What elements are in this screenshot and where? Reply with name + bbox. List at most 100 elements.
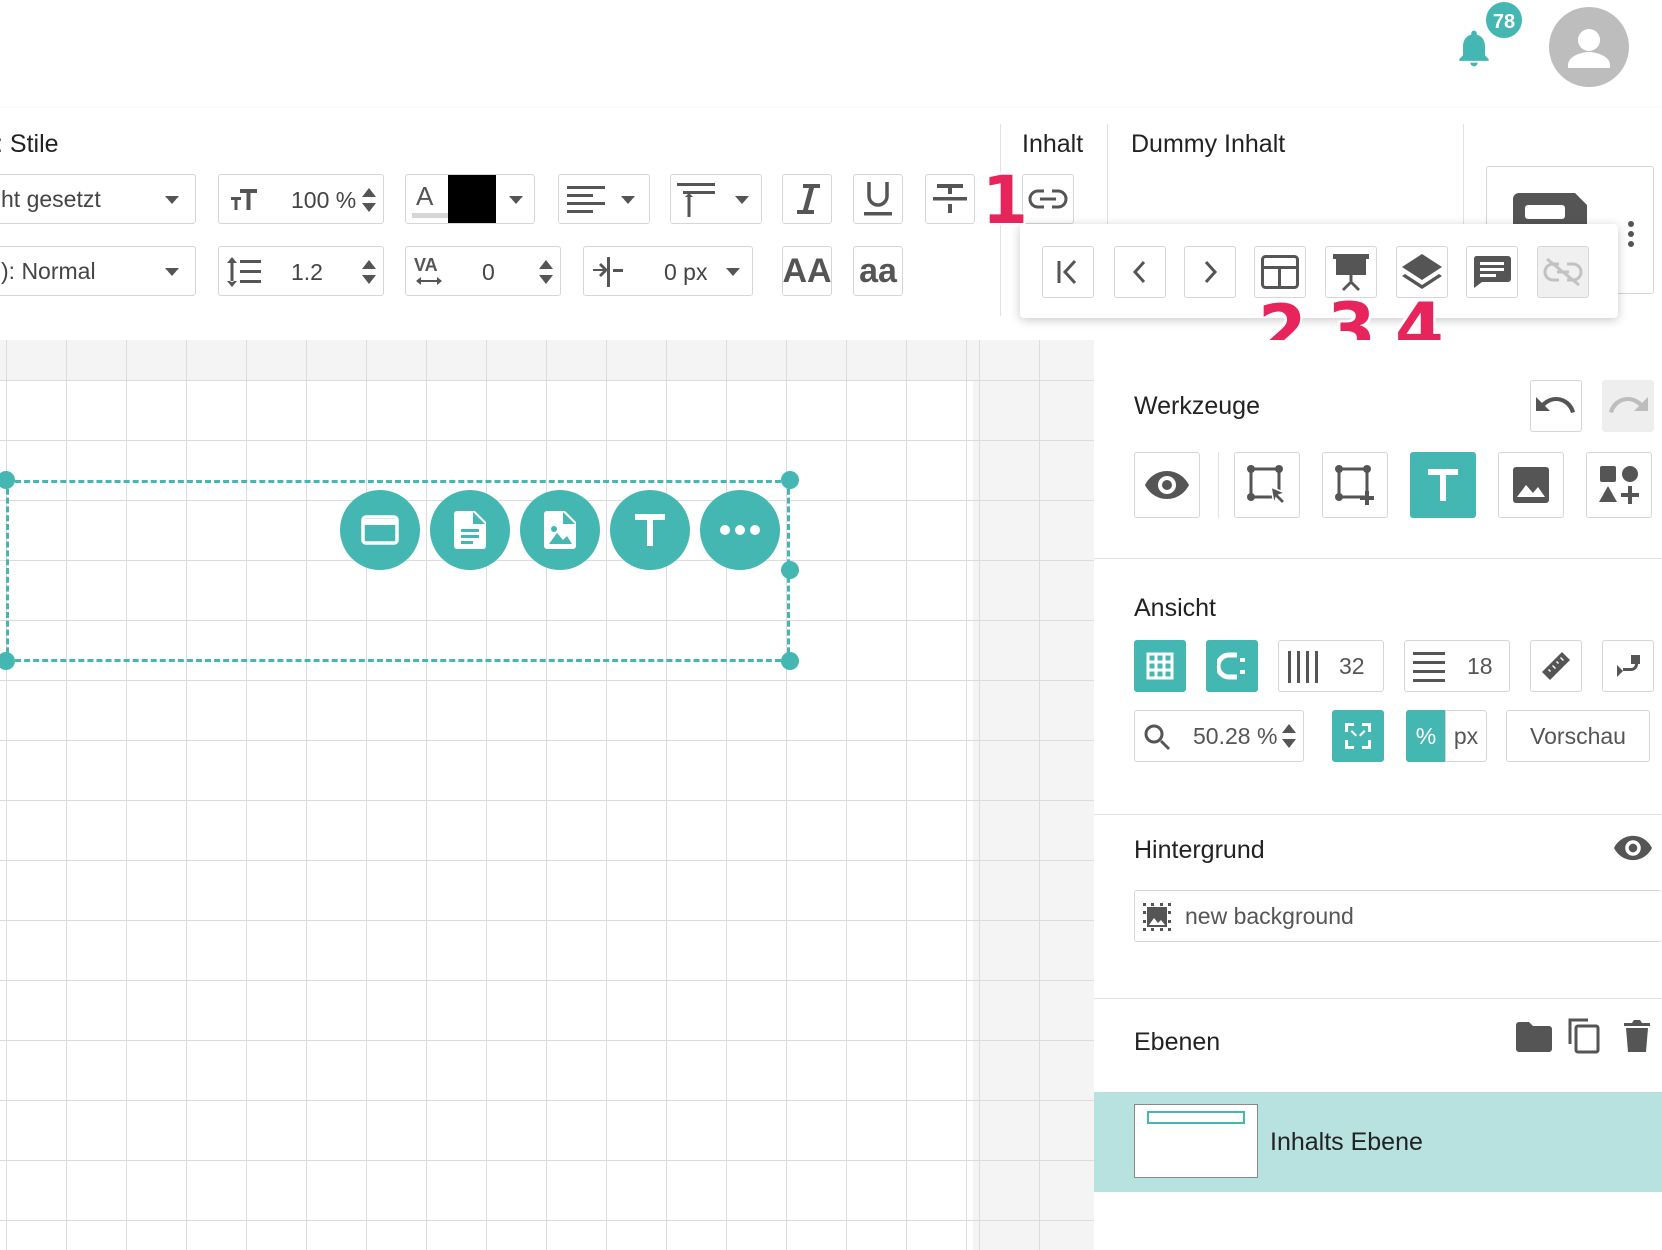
rows-stepper[interactable]: 18: [1404, 640, 1510, 692]
trash-icon[interactable]: [1624, 1020, 1650, 1052]
unlink-button[interactable]: [1537, 246, 1589, 298]
fit-to-screen-button[interactable]: [1332, 710, 1384, 762]
stepper-arrows-icon[interactable]: [538, 259, 554, 285]
text-tool-button[interactable]: [1410, 452, 1476, 518]
grid-toggle-button[interactable]: [1134, 640, 1186, 692]
columns-icon: [1288, 651, 1318, 683]
undo-icon: [1536, 397, 1575, 413]
rows-icon: [1413, 652, 1445, 682]
columns-stepper[interactable]: 32: [1278, 640, 1384, 692]
editor-canvas-area[interactable]: [0, 340, 1094, 1250]
folder-icon[interactable]: [1516, 1022, 1552, 1052]
letter-spacing-value: 0: [482, 259, 495, 285]
resize-handle[interactable]: [0, 652, 15, 670]
layers-icon: [1402, 254, 1442, 289]
layer-name: Inhalts Ebene: [1270, 1128, 1423, 1156]
stepper-arrows-icon[interactable]: [1281, 723, 1297, 749]
canvas-top-margin: [0, 340, 973, 380]
background-select[interactable]: new background: [1134, 890, 1662, 942]
ruler-toggle-button[interactable]: [1530, 640, 1582, 692]
underline-button[interactable]: [853, 174, 903, 224]
lowercase-button[interactable]: aa: [853, 246, 903, 296]
paragraph-style-value: ): Normal: [1, 257, 96, 284]
rows-value: 18: [1467, 653, 1493, 679]
select-tool-button[interactable]: [1234, 452, 1300, 518]
section-divider: [1094, 814, 1662, 815]
font-family-select[interactable]: ht gesetzt: [0, 174, 196, 224]
view-title: Ansicht: [1134, 594, 1216, 622]
more-horiz-icon: [720, 525, 760, 535]
indent-icon: [593, 257, 623, 287]
user-avatar[interactable]: [1549, 7, 1629, 87]
font-size-value: 100 %: [291, 187, 357, 213]
link-icon: [1028, 189, 1068, 209]
resize-handle[interactable]: [781, 561, 799, 579]
align-left-icon: [567, 186, 605, 213]
window-icon: [361, 515, 399, 545]
layout-icon: [1261, 255, 1299, 289]
resize-handle[interactable]: [781, 471, 799, 489]
vertical-align-select[interactable]: [670, 174, 762, 224]
next-button[interactable]: [1184, 246, 1236, 298]
paragraph-style-select[interactable]: ): Normal: [0, 246, 196, 296]
background-visibility-eye-icon[interactable]: [1614, 834, 1652, 862]
text-align-select[interactable]: [558, 174, 650, 224]
undo-button[interactable]: [1530, 380, 1582, 432]
uppercase-button[interactable]: AA: [782, 246, 832, 296]
shapes-tool-button[interactable]: [1586, 452, 1652, 518]
add-text-button[interactable]: [610, 490, 690, 570]
comments-button[interactable]: [1466, 246, 1518, 298]
unit-percent-button[interactable]: %: [1406, 710, 1446, 762]
snap-toggle-button[interactable]: [1206, 640, 1258, 692]
text-color-icon: A: [416, 181, 434, 211]
link-button[interactable]: [1022, 174, 1074, 224]
font-size-stepper[interactable]: 100 %: [218, 174, 384, 224]
italic-button[interactable]: [782, 174, 832, 224]
layer-item[interactable]: Inhalts Ebene: [1094, 1092, 1662, 1192]
copy-icon[interactable]: [1566, 1016, 1600, 1054]
zoom-stepper[interactable]: 50.28 %: [1134, 710, 1304, 762]
overlay-toggle-button[interactable]: [1602, 640, 1654, 692]
chevron-down-icon: [621, 196, 635, 204]
notification-count-badge: 78: [1484, 0, 1524, 40]
image-icon: [1513, 467, 1549, 503]
add-window-button[interactable]: [340, 490, 420, 570]
svg-text:VA: VA: [414, 255, 438, 275]
text-color-swatch: [448, 175, 496, 223]
tools-divider: [1218, 452, 1219, 518]
resize-handle[interactable]: [781, 652, 799, 670]
first-page-button[interactable]: [1042, 246, 1094, 298]
text-color-underline: [412, 213, 448, 218]
unit-px-button[interactable]: px: [1445, 710, 1487, 762]
document-icon: [454, 511, 486, 549]
letter-spacing-icon: VA: [414, 255, 442, 285]
add-document-button[interactable]: [430, 490, 510, 570]
add-area-button[interactable]: [1322, 452, 1388, 518]
stepper-arrows-icon[interactable]: [361, 187, 377, 213]
layers-title: Ebenen: [1134, 1028, 1221, 1056]
add-image-button[interactable]: [520, 490, 600, 570]
strikethrough-button[interactable]: [925, 174, 975, 224]
layer-thumbnail-box: [1147, 1111, 1245, 1124]
line-height-value: 1.2: [291, 259, 323, 285]
font-family-value: ht gesetzt: [1, 185, 101, 212]
indent-select[interactable]: 0 px: [583, 246, 753, 296]
annotation-number-1: 1: [982, 162, 1028, 239]
search-icon: [1144, 724, 1170, 750]
stepper-arrows-icon[interactable]: [361, 259, 377, 285]
line-height-stepper[interactable]: 1.2: [218, 246, 384, 296]
preview-eye-button[interactable]: [1134, 452, 1200, 518]
grid-icon: [1146, 652, 1174, 680]
more-vert-icon[interactable]: [1627, 220, 1635, 248]
chevron-down-icon: [726, 268, 740, 276]
image-tool-button[interactable]: [1498, 452, 1564, 518]
redo-button[interactable]: [1602, 380, 1654, 432]
more-options-button[interactable]: [700, 490, 780, 570]
text-color-picker[interactable]: A: [405, 174, 535, 224]
indent-value: 0 px: [664, 259, 708, 285]
page-canvas[interactable]: [0, 380, 973, 1250]
image-file-icon: [544, 511, 576, 549]
previous-button[interactable]: [1114, 246, 1166, 298]
preview-button[interactable]: Vorschau: [1506, 710, 1650, 762]
letter-spacing-stepper[interactable]: VA 0: [405, 246, 561, 296]
